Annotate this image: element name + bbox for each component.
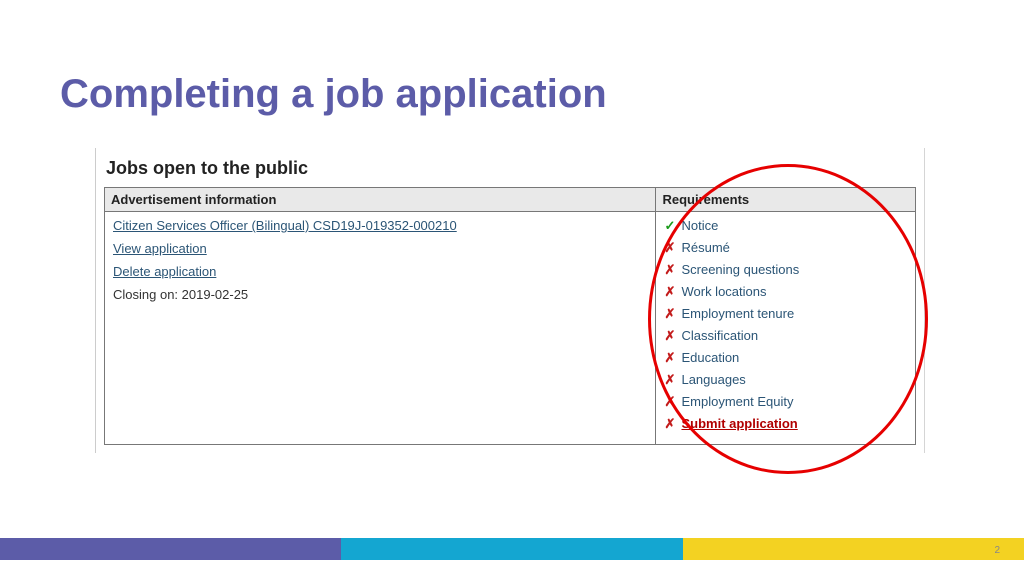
requirement-item: ✗ Screening questions bbox=[664, 262, 907, 277]
requirement-item-submit: ✗ Submit application bbox=[664, 416, 907, 431]
requirement-label[interactable]: Education bbox=[681, 350, 739, 365]
requirement-item: ✗ Languages bbox=[664, 372, 907, 387]
view-application-link[interactable]: View application bbox=[113, 241, 207, 256]
x-icon: ✗ bbox=[664, 307, 677, 320]
requirements-list: ✓ Notice ✗ Résumé ✗ Screening questions ✗ Work … bbox=[664, 218, 907, 431]
x-icon: ✗ bbox=[664, 417, 677, 430]
col-header-req: Requirements bbox=[656, 188, 916, 212]
panel-heading: Jobs open to the public bbox=[106, 158, 916, 179]
page-number: 2 bbox=[994, 545, 1000, 556]
x-icon: ✗ bbox=[664, 285, 677, 298]
footer-purple bbox=[0, 538, 341, 560]
requirement-item: ✗ Education bbox=[664, 350, 907, 365]
requirement-item: ✗ Work locations bbox=[664, 284, 907, 299]
requirement-label[interactable]: Classification bbox=[681, 328, 758, 343]
x-icon: ✗ bbox=[664, 263, 677, 276]
requirement-label[interactable]: Screening questions bbox=[681, 262, 799, 277]
requirement-label[interactable]: Languages bbox=[681, 372, 745, 387]
footer-stripe bbox=[0, 538, 1024, 560]
x-icon: ✗ bbox=[664, 241, 677, 254]
table-row: Citizen Services Officer (Bilingual) CSD… bbox=[105, 212, 916, 445]
requirement-label[interactable]: Employment tenure bbox=[681, 306, 794, 321]
delete-application-link[interactable]: Delete application bbox=[113, 264, 216, 279]
requirement-item: ✗ Classification bbox=[664, 328, 907, 343]
requirement-label[interactable]: Résumé bbox=[681, 240, 729, 255]
footer-yellow bbox=[683, 538, 1024, 560]
x-icon: ✗ bbox=[664, 395, 677, 408]
col-header-ad: Advertisement information bbox=[105, 188, 656, 212]
jobs-panel: Jobs open to the public Advertisement in… bbox=[95, 148, 925, 453]
requirement-item: ✓ Notice bbox=[664, 218, 907, 233]
x-icon: ✗ bbox=[664, 373, 677, 386]
check-icon: ✓ bbox=[664, 219, 677, 232]
footer-cyan bbox=[341, 538, 682, 560]
x-icon: ✗ bbox=[664, 329, 677, 342]
slide-title: Completing a job application bbox=[60, 72, 607, 117]
requirement-label[interactable]: Notice bbox=[681, 218, 718, 233]
requirement-label[interactable]: Employment Equity bbox=[681, 394, 793, 409]
submit-application-link[interactable]: Submit application bbox=[681, 416, 797, 431]
requirements-cell: ✓ Notice ✗ Résumé ✗ Screening questions ✗ Work … bbox=[656, 212, 916, 445]
requirement-item: ✗ Résumé bbox=[664, 240, 907, 255]
requirement-item: ✗ Employment tenure bbox=[664, 306, 907, 321]
job-title-link[interactable]: Citizen Services Officer (Bilingual) CSD… bbox=[113, 218, 457, 233]
x-icon: ✗ bbox=[664, 351, 677, 364]
jobs-table: Advertisement information Requirements C… bbox=[104, 187, 916, 445]
closing-date: Closing on: 2019-02-25 bbox=[113, 287, 647, 302]
requirement-item: ✗ Employment Equity bbox=[664, 394, 907, 409]
ad-info-cell: Citizen Services Officer (Bilingual) CSD… bbox=[105, 212, 656, 445]
requirement-label[interactable]: Work locations bbox=[681, 284, 766, 299]
